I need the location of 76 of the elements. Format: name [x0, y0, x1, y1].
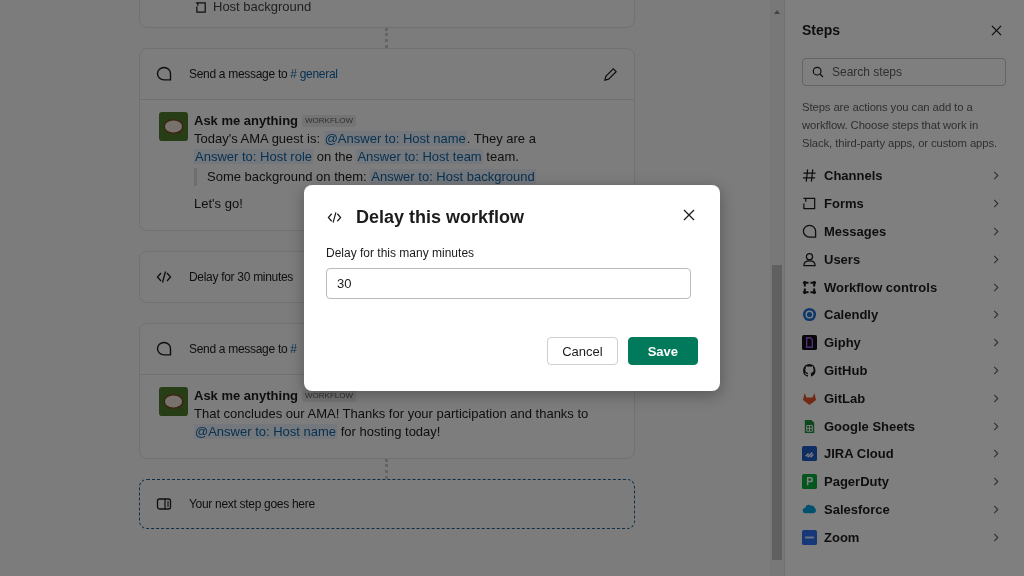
next-step-placeholder[interactable]: Your next step goes here — [139, 479, 635, 529]
chevron-icon — [993, 449, 999, 459]
step-category[interactable]: Channels — [802, 162, 1006, 190]
edit-icon[interactable] — [603, 66, 618, 82]
panel-icon — [156, 496, 172, 512]
code-icon — [156, 269, 172, 285]
scrollbar[interactable] — [770, 0, 784, 576]
chevron-icon — [993, 254, 999, 264]
chevron-icon — [993, 504, 999, 514]
grid-icon — [802, 279, 817, 295]
step-category[interactable]: GitLab — [802, 384, 1006, 413]
step-category[interactable]: Users — [802, 245, 1006, 274]
field-label: Host background — [213, 0, 312, 14]
author-name: Ask me anything — [194, 387, 299, 405]
variable-token: Answer to: Host role — [194, 149, 314, 164]
step-category[interactable]: Messages — [802, 217, 1006, 246]
channel-link[interactable]: # — [290, 342, 297, 356]
chevron-icon — [993, 421, 999, 431]
step-category[interactable]: Salesforce — [802, 495, 1006, 524]
search-icon — [812, 66, 824, 78]
step-category[interactable]: Google Sheets — [802, 412, 1006, 440]
cancel-button[interactable]: Cancel — [547, 337, 618, 365]
message-text: Today's AMA guest is: @Answer to: Host name. They are a Answer to: Host role on the Answer to: Host team team. — [194, 130, 537, 166]
step-category[interactable]: JIRA Cloud — [802, 439, 1006, 468]
step-category[interactable]: PagerDuty — [802, 467, 1006, 496]
message-text: Let's go! — [194, 195, 243, 213]
chevron-icon — [993, 338, 999, 348]
panel-description: Steps are actions you can add to a workflow. Choose steps that work in Slack, third-party apps, or custom apps. — [802, 100, 999, 151]
chevron-icon — [993, 199, 999, 209]
step-category[interactable]: Calendly — [802, 301, 1006, 329]
chevron-icon — [993, 282, 999, 292]
chevron-icon — [993, 365, 999, 375]
channel-link[interactable]: # general — [290, 67, 338, 81]
chevron-icon — [993, 227, 999, 236]
message-icon — [156, 66, 172, 82]
pagerduty-icon — [802, 474, 817, 490]
form-icon — [802, 196, 817, 212]
chevron-icon — [993, 532, 999, 542]
search-field[interactable]: Search steps — [802, 58, 1006, 86]
field-label: Delay for this many minutes — [326, 246, 476, 260]
minutes-input[interactable]: 30 — [326, 268, 691, 299]
step-category[interactable]: GitHub — [802, 356, 1006, 385]
sheets-icon — [802, 418, 817, 434]
avatar-icon — [159, 387, 188, 416]
step-category[interactable]: Giphy — [802, 328, 1006, 357]
message-text: That concludes our AMA! Thanks for your participation and thanks to @Answer to: Host name for hosting today! — [194, 405, 590, 441]
workflow-badge: WORKFLOW — [302, 115, 357, 127]
variable-token: @Answer to: Host name — [194, 424, 338, 439]
step-title: Send a message to — [189, 342, 288, 356]
chevron-icon — [993, 310, 999, 320]
step-title: Send a message to — [189, 67, 288, 81]
save-button[interactable]: Save — [627, 337, 698, 365]
variable-token: Answer to: Host team — [356, 149, 483, 164]
variable-token: @Answer to: Host name — [323, 131, 467, 146]
code-icon — [327, 209, 342, 225]
chevron-icon — [993, 477, 999, 487]
github-icon — [802, 362, 817, 378]
variable-token: Answer to: Host background — [370, 169, 536, 184]
chevron-icon — [993, 393, 999, 403]
step-category[interactable]: Workflow controls — [802, 273, 1006, 301]
placeholder-text: Your next step goes here — [189, 497, 315, 511]
form-icon — [195, 0, 208, 14]
gitlab-icon — [802, 390, 817, 406]
avatar-icon — [159, 112, 188, 141]
chevron-icon — [993, 171, 999, 181]
step-category[interactable]: Forms — [802, 189, 1006, 218]
hash-icon — [802, 168, 817, 184]
message-icon — [802, 224, 817, 239]
author-name: Ask me anything — [194, 112, 299, 130]
message-icon — [156, 341, 172, 357]
user-icon — [802, 251, 817, 267]
dialog-title: Delay this workflow — [356, 206, 525, 228]
panel-title: Steps — [802, 22, 841, 38]
step-title: Delay for 30 minutes — [189, 270, 294, 284]
step-category[interactable]: Zoom — [802, 523, 1006, 552]
close-icon[interactable] — [683, 209, 695, 221]
